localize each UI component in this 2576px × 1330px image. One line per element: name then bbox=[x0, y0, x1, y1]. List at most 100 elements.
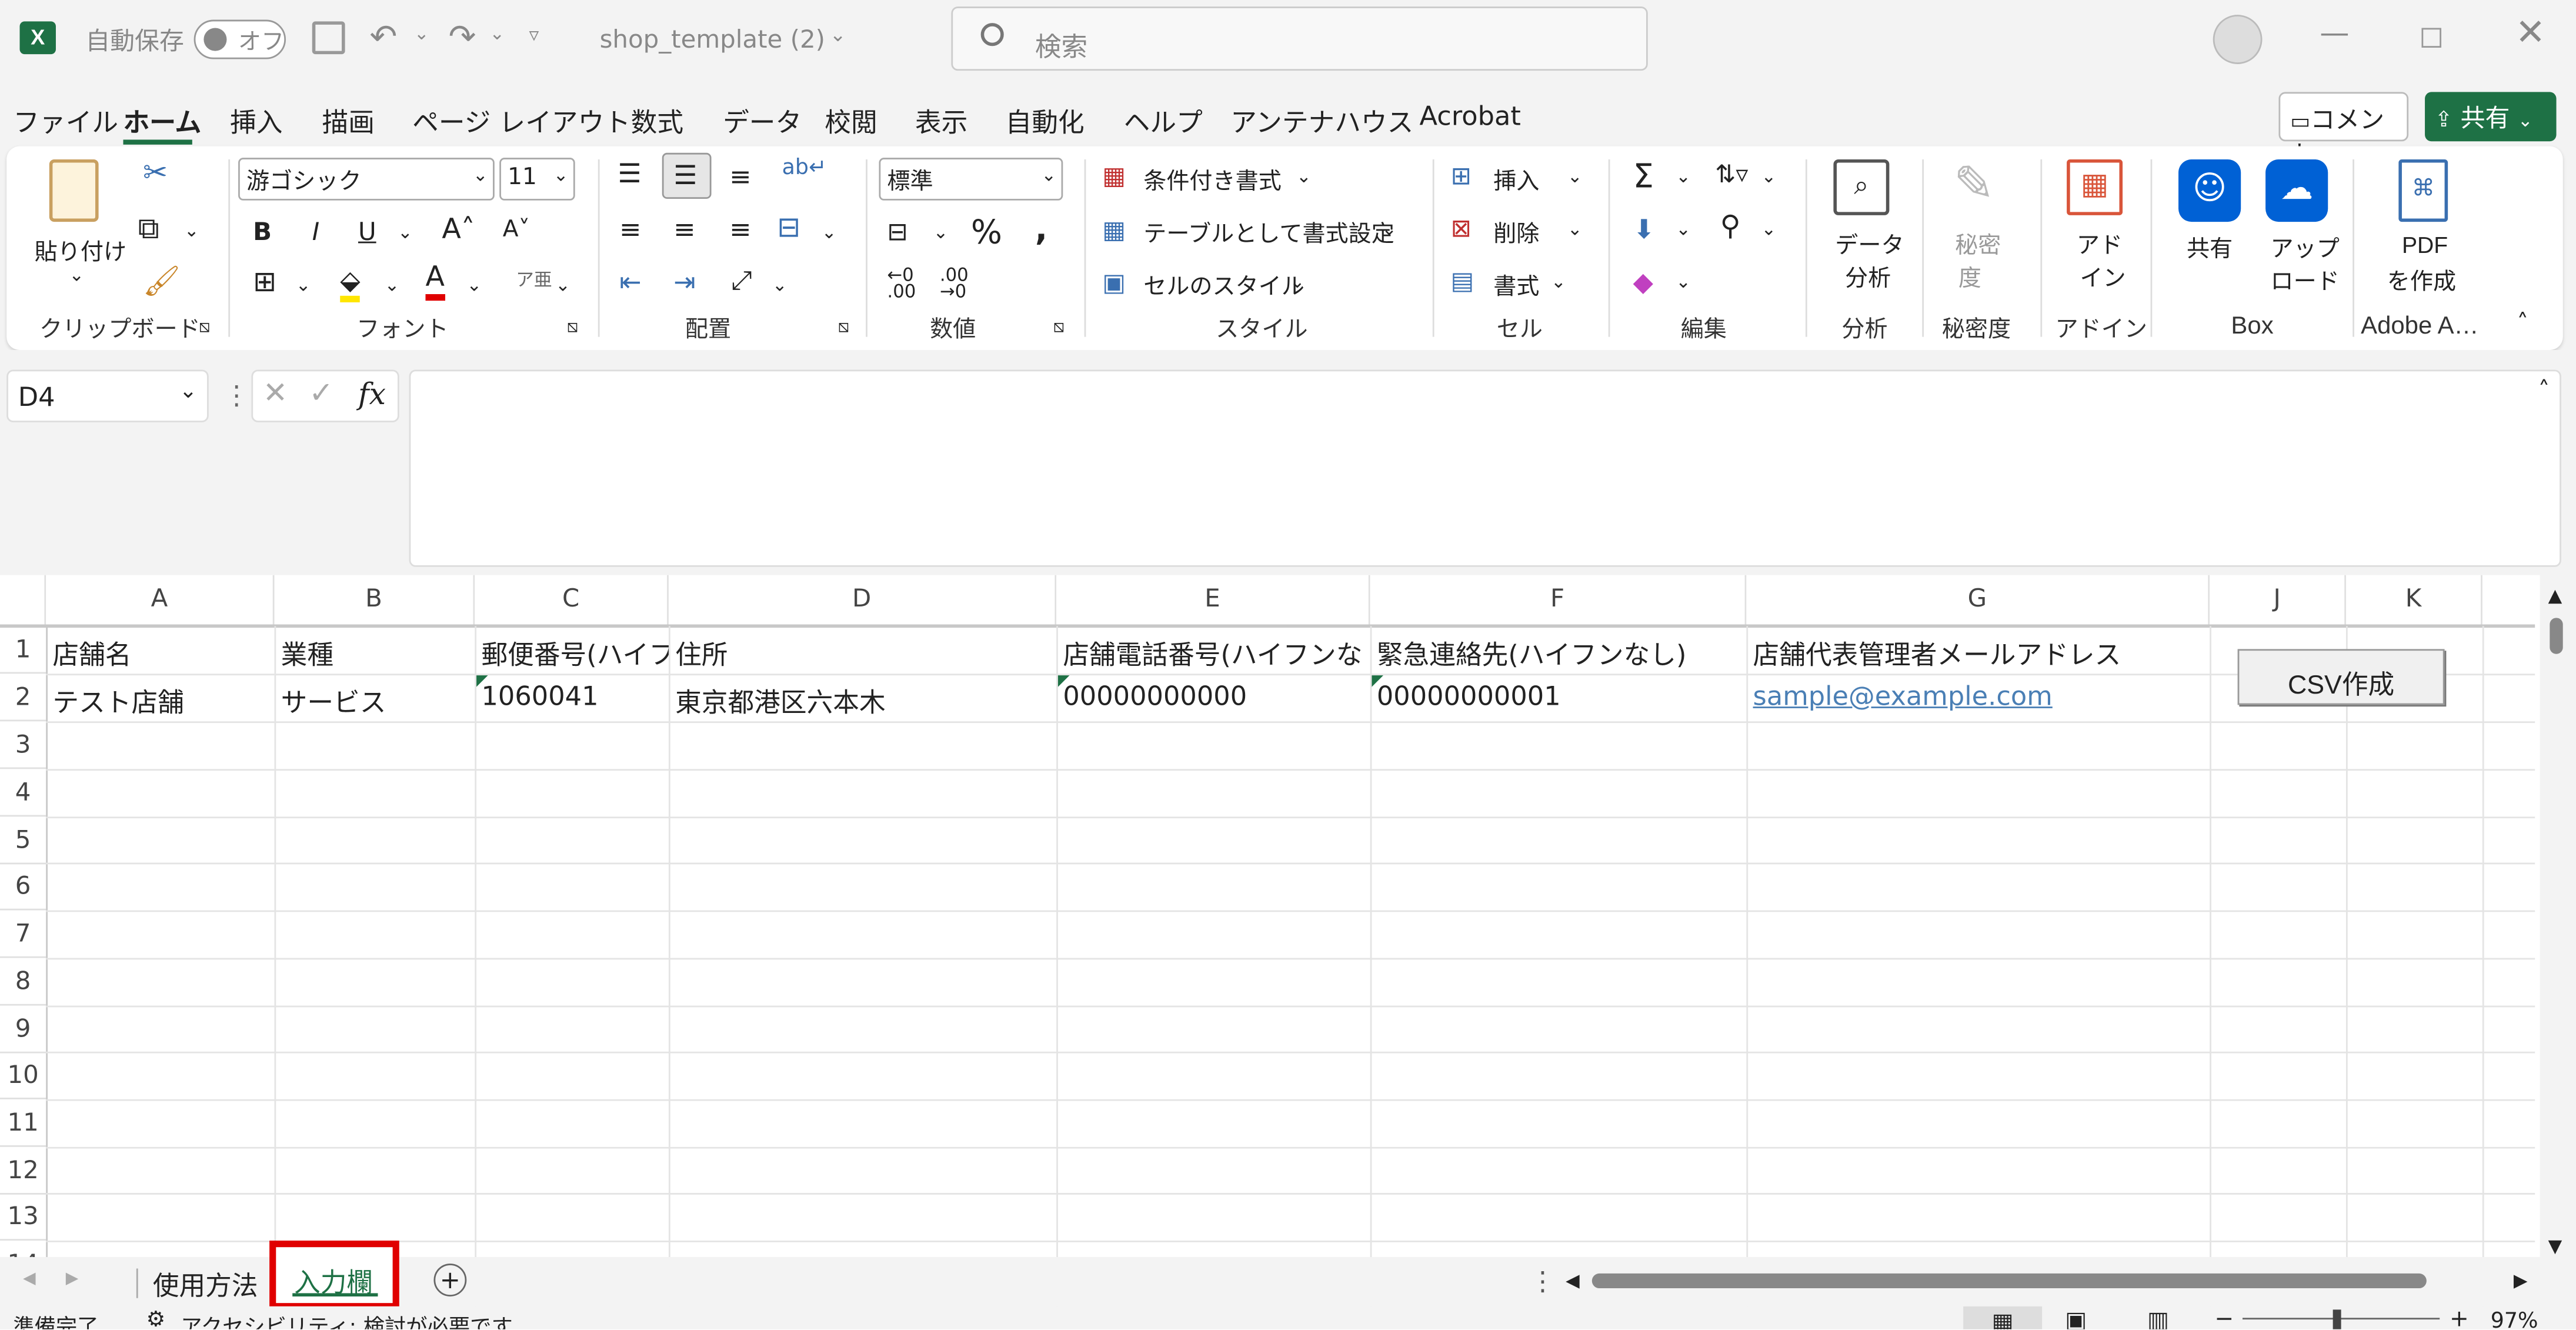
page-break-view-icon[interactable]: ▥ bbox=[2147, 1308, 2169, 1329]
dialog-launcher-icon[interactable]: ⧅ bbox=[567, 315, 579, 338]
zoom-in-icon[interactable]: + bbox=[2450, 1306, 2469, 1329]
zoom-slider-thumb[interactable] bbox=[2333, 1309, 2341, 1329]
search-box[interactable]: 検索 bbox=[951, 6, 1648, 71]
name-box[interactable]: D4 ⌄ bbox=[6, 369, 209, 422]
row-header[interactable]: 4 bbox=[0, 769, 46, 817]
status-accessibility[interactable]: アクセシビリティ: 検討が必要です bbox=[181, 1309, 513, 1329]
format-cells-button[interactable]: 書式 bbox=[1493, 269, 1539, 302]
chevron-down-icon[interactable]: ⌄ bbox=[1676, 271, 1691, 292]
phonetic-icon[interactable]: ア亜 bbox=[516, 266, 552, 293]
chevron-down-icon[interactable]: ⌄ bbox=[1761, 166, 1777, 187]
add-sheet-icon[interactable]: + bbox=[433, 1264, 467, 1296]
wrap-text-icon[interactable]: ab↵ bbox=[782, 156, 827, 181]
row-header[interactable]: 11 bbox=[0, 1099, 46, 1147]
box-share-icon[interactable]: ☺ bbox=[2178, 159, 2241, 222]
data-analysis-icon[interactable]: ⌕ bbox=[1833, 159, 1890, 215]
comma-button[interactable]: , bbox=[1035, 209, 1047, 248]
cell-a1[interactable]: 店舗名 bbox=[48, 626, 274, 674]
box-upload-icon[interactable]: ☁ bbox=[2265, 159, 2328, 222]
menu-antennahouse[interactable]: アンテナハウス bbox=[1230, 100, 1413, 139]
row-header[interactable]: 13 bbox=[0, 1193, 46, 1241]
accounting-format-icon[interactable]: ⊟ bbox=[887, 217, 907, 246]
menu-acrobat[interactable]: Acrobat bbox=[1419, 100, 1520, 131]
box-share-label[interactable]: 共有 bbox=[2187, 232, 2233, 265]
sensitivity-icon[interactable]: ✎ bbox=[1953, 156, 1994, 214]
row-header[interactable]: 9 bbox=[0, 1006, 46, 1054]
menu-data[interactable]: データ bbox=[723, 100, 802, 139]
cell-g2-email-link[interactable]: sample@example.com bbox=[1748, 674, 2210, 721]
conditional-format-icon[interactable]: ▦ bbox=[1102, 161, 1126, 191]
copy-icon[interactable]: ⧉ bbox=[138, 212, 159, 246]
vertical-scrollbar[interactable]: ▲ ▼ bbox=[2540, 575, 2576, 1265]
column-header-g[interactable]: G bbox=[1746, 575, 2210, 626]
more-options-icon[interactable]: ⋮ bbox=[1530, 1265, 1556, 1296]
row-header[interactable]: 7 bbox=[0, 911, 46, 958]
chevron-down-icon[interactable]: ⌄ bbox=[1567, 219, 1583, 240]
cell-c1[interactable]: 郵便番号(ハイフ bbox=[476, 626, 668, 674]
menu-draw[interactable]: 描画 bbox=[322, 100, 375, 139]
menu-home[interactable]: ホーム bbox=[124, 100, 202, 139]
column-header-e[interactable]: E bbox=[1056, 575, 1370, 626]
align-bottom-icon[interactable]: ≡ bbox=[729, 161, 751, 192]
sensitivity-label-1[interactable]: 秘密 bbox=[1955, 228, 2001, 261]
chevron-down-icon[interactable]: ⌄ bbox=[69, 265, 84, 286]
underline-button[interactable]: U bbox=[358, 217, 376, 246]
cell-f1[interactable]: 緊急連絡先(ハイフンなし) bbox=[1372, 626, 1746, 674]
align-top-icon[interactable]: ☰ bbox=[618, 158, 641, 189]
borders-icon[interactable]: ⊞ bbox=[253, 266, 276, 299]
redo-icon[interactable]: ↷ bbox=[449, 16, 476, 56]
align-right-icon[interactable]: ≡ bbox=[729, 214, 751, 245]
font-name-select[interactable]: 游ゴシック ⌄ bbox=[238, 158, 495, 201]
decrease-decimal-icon[interactable]: .00 →0 bbox=[940, 266, 969, 301]
menu-file[interactable]: ファイル bbox=[13, 100, 118, 139]
menu-help[interactable]: ヘルプ bbox=[1124, 100, 1203, 139]
percent-button[interactable]: % bbox=[971, 212, 1002, 251]
file-name[interactable]: shop_template (2) bbox=[600, 25, 825, 54]
account-avatar-icon[interactable] bbox=[2213, 15, 2263, 64]
chevron-down-icon[interactable]: ⌄ bbox=[555, 274, 570, 295]
paste-icon[interactable] bbox=[49, 159, 99, 222]
find-select-icon[interactable]: ⚲ bbox=[1720, 211, 1741, 244]
chevron-down-icon[interactable]: ⌄ bbox=[1551, 271, 1566, 292]
cell-e2[interactable]: 00000000000 bbox=[1058, 674, 1370, 721]
page-layout-view-icon[interactable]: ▣ bbox=[2065, 1308, 2087, 1329]
insert-function-button[interactable]: fx bbox=[358, 378, 386, 412]
chevron-down-icon[interactable]: ⌄ bbox=[1382, 219, 1397, 240]
scroll-left-icon[interactable]: ◀ bbox=[1566, 1270, 1580, 1291]
column-header-j[interactable]: J bbox=[2210, 575, 2346, 626]
scroll-up-icon[interactable]: ▲ bbox=[2548, 585, 2562, 606]
horizontal-scroll-thumb[interactable] bbox=[1591, 1273, 2427, 1289]
scroll-right-icon[interactable]: ▶ bbox=[2514, 1270, 2528, 1291]
addins-label-1[interactable]: アド bbox=[2077, 228, 2123, 261]
zoom-level[interactable]: 97% bbox=[2491, 1309, 2538, 1329]
autosave-toggle[interactable]: オフ bbox=[193, 19, 286, 59]
row-header[interactable]: 5 bbox=[0, 816, 46, 865]
row-header[interactable]: 12 bbox=[0, 1147, 46, 1195]
chevron-down-icon[interactable]: ⌄ bbox=[385, 274, 400, 295]
more-options-icon[interactable]: ⋮ bbox=[223, 379, 250, 411]
increase-decimal-icon[interactable]: ←0.00 bbox=[887, 266, 916, 301]
minimize-icon[interactable]: — bbox=[2320, 16, 2349, 51]
format-as-table-button[interactable]: テーブルとして書式設定 bbox=[1143, 217, 1394, 250]
chevron-down-icon[interactable]: ⌄ bbox=[466, 274, 482, 295]
row-header[interactable]: 10 bbox=[0, 1052, 46, 1099]
merge-center-icon[interactable]: ⊟ bbox=[777, 212, 800, 245]
increase-indent-icon[interactable]: ⇥ bbox=[673, 266, 695, 298]
dialog-launcher-icon[interactable]: ⧅ bbox=[1053, 315, 1065, 338]
undo-icon[interactable]: ↶ bbox=[370, 16, 398, 56]
fill-color-icon[interactable]: ⬙ bbox=[340, 265, 361, 302]
dialog-launcher-icon[interactable]: ⧅ bbox=[199, 315, 211, 338]
menu-review[interactable]: 校閲 bbox=[825, 100, 877, 139]
dialog-launcher-icon[interactable]: ⧅ bbox=[838, 315, 850, 338]
chevron-down-icon[interactable]: ⌄ bbox=[489, 23, 505, 44]
align-center-icon[interactable]: ≡ bbox=[673, 214, 695, 245]
zoom-out-icon[interactable]: − bbox=[2215, 1306, 2234, 1329]
sheet-tab-active[interactable]: 入力欄 bbox=[269, 1241, 399, 1310]
sensitivity-label-2[interactable]: 度 bbox=[1958, 261, 1981, 294]
chevron-down-icon[interactable]: ⌄ bbox=[296, 274, 311, 295]
font-size-select[interactable]: 11 ⌄ bbox=[499, 158, 575, 201]
format-painter-icon[interactable]: 🖌 bbox=[143, 265, 181, 299]
row-header[interactable]: 6 bbox=[0, 863, 46, 911]
cell-b1[interactable]: 業種 bbox=[276, 626, 475, 674]
csv-create-button[interactable]: CSV作成 bbox=[2237, 649, 2445, 705]
